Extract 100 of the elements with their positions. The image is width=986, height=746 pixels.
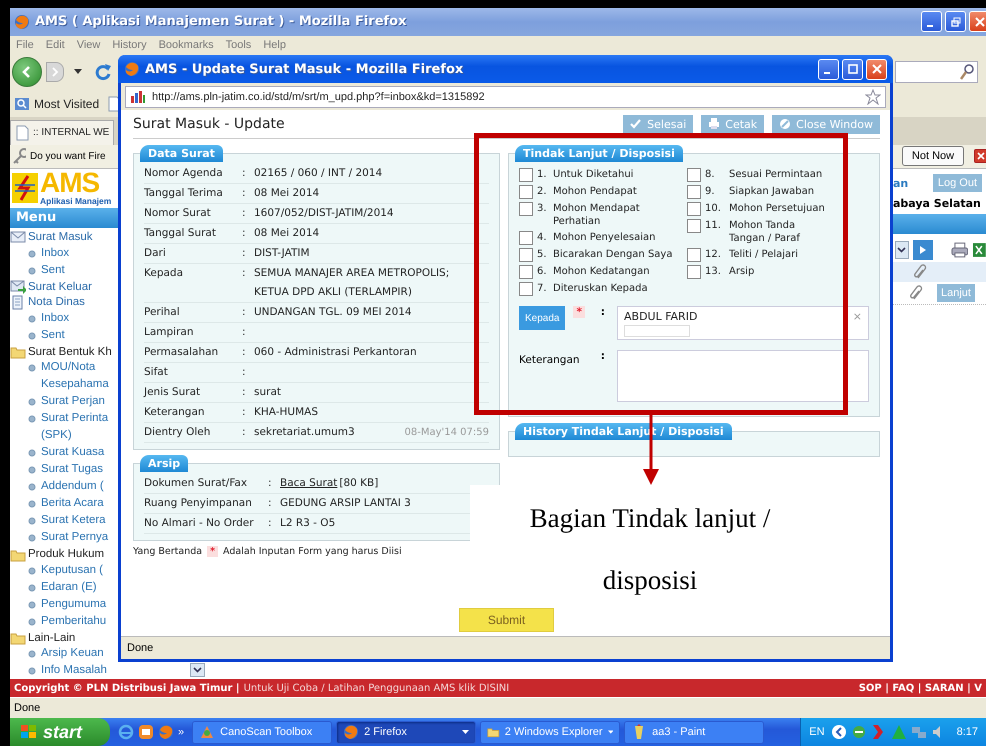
sidebar-item[interactable]: MOU/Nota Kesepahama xyxy=(41,359,118,394)
taskbar-button[interactable]: CanoScan Toolbox xyxy=(192,720,332,744)
sidebar-item[interactable]: Keputusan ( xyxy=(41,562,118,579)
spreadsheet-icon[interactable] xyxy=(972,242,986,258)
taskbar-button[interactable]: 2 Windows Explorer xyxy=(480,720,620,744)
sidebar-item[interactable]: Pemberitahu xyxy=(41,612,118,630)
option-label[interactable]: 7. Diteruskan Kepada xyxy=(537,282,648,295)
sidebar-item[interactable]: Addendum ( xyxy=(41,478,118,496)
checkbox[interactable] xyxy=(687,248,701,262)
browser-tab[interactable]: :: INTERNAL WE xyxy=(10,120,114,145)
bookmark-link[interactable]: Most Visited xyxy=(34,97,100,112)
checkbox[interactable] xyxy=(687,168,701,182)
checkbox[interactable] xyxy=(687,219,701,233)
menu-item[interactable]: File xyxy=(16,38,34,51)
forward-button[interactable] xyxy=(46,62,64,82)
option-label[interactable]: 6. Mohon Kedatangan xyxy=(537,265,650,278)
checkbox[interactable] xyxy=(687,265,701,279)
dropdown-button[interactable] xyxy=(895,241,909,260)
footer-link[interactable]: Untuk Uji Coba / Latihan Penggunaan AMS klik DISINI xyxy=(244,682,510,694)
back-button[interactable] xyxy=(12,57,42,88)
sidebar-item[interactable]: Surat Keluar xyxy=(28,280,92,293)
checkbox[interactable] xyxy=(687,185,701,199)
reload-icon[interactable] xyxy=(94,63,112,82)
sidebar-item[interactable]: Inbox xyxy=(41,310,118,327)
option-label[interactable]: 12. Teliti / Pelajari xyxy=(705,248,798,261)
minimize-button[interactable] xyxy=(921,11,942,32)
option-label[interactable]: 13. Arsip xyxy=(705,265,754,278)
menu-item[interactable]: History xyxy=(112,38,147,51)
checkbox[interactable] xyxy=(687,202,701,216)
menu-item[interactable]: Edit xyxy=(46,38,65,51)
search-field[interactable] xyxy=(895,61,978,84)
sidebar-item[interactable]: Arsip Keuan xyxy=(41,645,118,662)
submit-button[interactable]: Submit xyxy=(459,608,554,632)
sidebar-item[interactable]: Sent xyxy=(41,326,118,344)
sidebar-item[interactable]: Surat Kuasa xyxy=(41,444,118,462)
menu-item[interactable]: View xyxy=(76,38,100,51)
sidebar-item[interactable]: Produk Hukum xyxy=(28,548,104,560)
separator: : xyxy=(242,405,247,420)
tray-icon[interactable] xyxy=(850,724,867,740)
menu-item[interactable]: Bookmarks xyxy=(158,38,214,51)
sidebar-item[interactable]: Surat Bentuk Kh xyxy=(28,346,112,358)
option-label[interactable]: 5. Bicarakan Dengan Saya xyxy=(537,248,672,261)
sidebar-item[interactable]: Sent xyxy=(41,262,118,280)
browser-icon[interactable] xyxy=(118,724,134,740)
chevron-icon[interactable] xyxy=(830,724,847,740)
option-label[interactable]: 1. Untuk Diketahui xyxy=(537,168,634,181)
language-indicator[interactable]: EN xyxy=(809,726,825,738)
sidebar-item[interactable]: Pengumuma xyxy=(41,596,118,613)
star-icon[interactable] xyxy=(865,88,881,104)
sidebar-item[interactable]: Surat Perjan xyxy=(41,393,118,410)
option-label[interactable]: 9. Siapkan Jawaban xyxy=(705,185,814,198)
checkbox[interactable] xyxy=(519,248,533,262)
caret-icon[interactable] xyxy=(74,69,82,76)
sidebar-item[interactable]: Surat Masuk xyxy=(28,231,93,244)
checkbox[interactable] xyxy=(519,168,533,182)
checkbox[interactable] xyxy=(519,231,533,245)
recipient-name: ABDUL FARID xyxy=(624,310,698,323)
sidebar-item[interactable]: Surat Pernya xyxy=(41,529,118,546)
taskbar-button[interactable]: 2 Firefox xyxy=(336,720,476,744)
menu-item[interactable]: Help xyxy=(263,38,286,51)
checkbox[interactable] xyxy=(519,202,533,216)
sidebar-item[interactable]: Nota Dinas xyxy=(28,296,85,308)
not-now-button[interactable]: Not Now xyxy=(902,146,964,166)
option-label[interactable]: 8. Sesuai Permintaan xyxy=(705,168,822,181)
more-button[interactable]: » xyxy=(178,726,184,738)
dropdown-button[interactable] xyxy=(190,663,205,678)
recipient-button[interactable]: Kepada xyxy=(519,306,566,330)
option-label[interactable]: 4. Mohon Penyelesaian xyxy=(537,231,656,244)
next-button[interactable] xyxy=(912,240,932,260)
printer-icon[interactable] xyxy=(950,242,968,258)
footer-links[interactable]: SOP | FAQ | SARAN | V xyxy=(858,682,982,694)
menu-item[interactable]: Tools xyxy=(226,38,252,51)
option-label[interactable]: 10. Mohon Persetujuan xyxy=(705,202,825,215)
option-label[interactable]: 11. Mohon Tanda Tangan / Paraf xyxy=(705,219,834,245)
option-label[interactable]: 2. Mohon Pendapat xyxy=(537,185,637,198)
close-button[interactable] xyxy=(974,149,986,164)
minimize-button[interactable] xyxy=(818,58,839,80)
sidebar-item[interactable]: Inbox xyxy=(41,245,118,262)
sidebar-item[interactable]: Surat Perinta (SPK) xyxy=(41,410,118,444)
address-field[interactable]: http://ams.pln-jatim.co.id/std/m/srt/m_upd.php?f=inbox&kd=1315892 xyxy=(125,86,886,108)
input-field[interactable] xyxy=(624,325,690,337)
remarks-field[interactable] xyxy=(617,350,869,402)
sidebar-item[interactable]: Info Masalah xyxy=(41,662,118,680)
sidebar-item[interactable]: Lain-Lain xyxy=(28,632,76,644)
mail-icon[interactable] xyxy=(138,724,154,740)
sidebar-item[interactable]: Berita Acara xyxy=(41,495,118,512)
checkbox[interactable] xyxy=(519,265,533,279)
caret-icon[interactable] xyxy=(462,730,470,734)
taskbar-button[interactable]: aa3 - Paint xyxy=(624,720,764,744)
remove-button[interactable]: × xyxy=(852,310,862,323)
option-label[interactable]: 3. Mohon Mendapat Perhatian xyxy=(537,202,687,228)
sidebar-item[interactable]: Edaran (E) xyxy=(41,578,118,596)
maximize-button[interactable] xyxy=(842,58,863,80)
checkbox[interactable] xyxy=(519,185,533,199)
sidebar-item[interactable]: Surat Ketera xyxy=(41,512,118,530)
start-button[interactable]: start xyxy=(10,718,110,746)
restore-button[interactable] xyxy=(945,11,966,32)
document-link[interactable]: Baca Surat xyxy=(280,477,338,489)
checkbox[interactable] xyxy=(519,282,533,296)
sidebar-item[interactable]: Surat Tugas xyxy=(41,461,118,478)
